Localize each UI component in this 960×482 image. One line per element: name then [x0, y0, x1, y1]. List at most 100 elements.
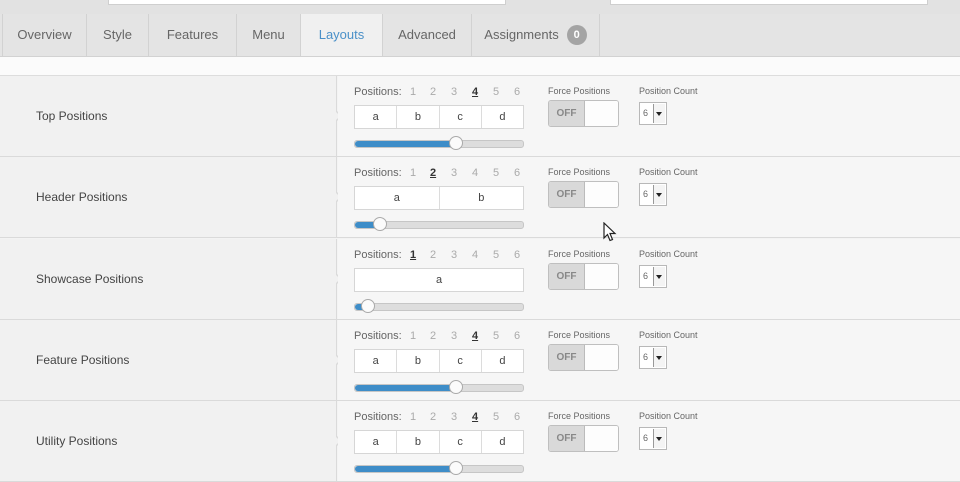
- toggle-thumb: [585, 426, 618, 451]
- position-box[interactable]: a: [355, 106, 398, 128]
- positions-label: Positions:: [354, 330, 402, 342]
- tab-menu[interactable]: Menu: [237, 14, 301, 56]
- positions-slider[interactable]: [354, 136, 524, 150]
- force-positions-toggle[interactable]: OFF: [548, 100, 619, 127]
- position-option-3[interactable]: 3: [451, 86, 457, 98]
- tab-features[interactable]: Features: [149, 14, 237, 56]
- force-positions-toggle[interactable]: OFF: [548, 344, 619, 371]
- position-count-select[interactable]: 6: [639, 427, 667, 450]
- position-box[interactable]: a: [355, 350, 398, 372]
- position-option-4[interactable]: 4: [472, 330, 478, 342]
- force-positions-label: Force Positions: [548, 167, 611, 177]
- positions-slider[interactable]: [354, 380, 524, 394]
- position-count-select[interactable]: 6: [639, 265, 667, 288]
- slider-fill: [355, 141, 456, 147]
- position-option-2[interactable]: 2: [430, 411, 436, 423]
- position-option-5[interactable]: 5: [493, 330, 499, 342]
- chevron-down-icon[interactable]: [653, 185, 665, 204]
- positions-slider[interactable]: [354, 217, 524, 231]
- tab-layouts[interactable]: Layouts: [301, 14, 383, 56]
- position-count-select[interactable]: 6: [639, 183, 667, 206]
- position-option-6[interactable]: 6: [514, 411, 520, 423]
- tab-advanced[interactable]: Advanced: [383, 14, 472, 56]
- position-option-4[interactable]: 4: [472, 86, 478, 98]
- position-box[interactable]: d: [482, 431, 523, 453]
- row-controls: Positions: 1 2 3 4 5 6 abcd Force Positions O…: [338, 401, 960, 481]
- position-option-3[interactable]: 3: [451, 411, 457, 423]
- positions-label: Positions:: [354, 411, 402, 423]
- position-option-4[interactable]: 4: [472, 411, 478, 423]
- position-box[interactable]: a: [355, 431, 398, 453]
- position-box[interactable]: a: [355, 187, 440, 209]
- position-count-select[interactable]: 6: [639, 102, 667, 125]
- position-option-1[interactable]: 1: [410, 167, 416, 179]
- position-box[interactable]: b: [397, 350, 440, 372]
- top-strip: [0, 0, 960, 14]
- row-label: Utility Positions: [36, 434, 118, 448]
- position-box[interactable]: b: [397, 106, 440, 128]
- position-option-6[interactable]: 6: [514, 167, 520, 179]
- assignments-count-badge: 0: [566, 24, 587, 45]
- position-option-5[interactable]: 5: [493, 86, 499, 98]
- positions-slider[interactable]: [354, 299, 524, 313]
- position-box[interactable]: b: [397, 431, 440, 453]
- position-option-5[interactable]: 5: [493, 411, 499, 423]
- position-option-6[interactable]: 6: [514, 249, 520, 261]
- position-option-3[interactable]: 3: [451, 249, 457, 261]
- tab-overview[interactable]: Overview: [2, 14, 87, 56]
- toggle-thumb: [585, 345, 618, 370]
- position-option-5[interactable]: 5: [493, 167, 499, 179]
- tab-style[interactable]: Style: [87, 14, 149, 56]
- position-count-label: Position Count: [639, 86, 698, 96]
- position-box[interactable]: d: [482, 106, 523, 128]
- position-option-6[interactable]: 6: [514, 330, 520, 342]
- top-input-field[interactable]: [108, 0, 506, 5]
- position-box[interactable]: d: [482, 350, 523, 372]
- force-positions-toggle[interactable]: OFF: [548, 425, 619, 452]
- top-input-field-right[interactable]: [610, 0, 928, 5]
- force-positions-label: Force Positions: [548, 249, 611, 259]
- position-box[interactable]: c: [440, 350, 482, 372]
- tab-content-spacer: [0, 57, 960, 76]
- position-option-1[interactable]: 1: [410, 249, 416, 261]
- position-option-2[interactable]: 2: [430, 330, 436, 342]
- position-option-3[interactable]: 3: [451, 330, 457, 342]
- slider-handle[interactable]: [448, 136, 463, 150]
- chevron-down-icon[interactable]: [653, 267, 665, 286]
- row-label: Top Positions: [36, 109, 108, 123]
- positions-slider[interactable]: [354, 461, 524, 475]
- position-box[interactable]: c: [440, 431, 482, 453]
- slider-fill: [355, 385, 456, 391]
- position-count-label: Position Count: [639, 330, 698, 340]
- position-option-1[interactable]: 1: [410, 86, 416, 98]
- slider-handle[interactable]: [448, 380, 463, 394]
- position-option-3[interactable]: 3: [451, 167, 457, 179]
- force-positions-label: Force Positions: [548, 411, 611, 421]
- force-positions-toggle[interactable]: OFF: [548, 181, 619, 208]
- chevron-down-icon[interactable]: [653, 104, 665, 123]
- position-option-5[interactable]: 5: [493, 249, 499, 261]
- force-positions-toggle[interactable]: OFF: [548, 263, 619, 290]
- position-option-2[interactable]: 2: [430, 249, 436, 261]
- position-option-1[interactable]: 1: [410, 411, 416, 423]
- position-option-4[interactable]: 4: [472, 249, 478, 261]
- position-count-value: 6: [643, 352, 649, 362]
- position-option-6[interactable]: 6: [514, 86, 520, 98]
- position-option-2[interactable]: 2: [430, 86, 436, 98]
- position-box[interactable]: c: [440, 106, 482, 128]
- tab-assignments[interactable]: Assignments 0: [472, 14, 600, 56]
- toggle-off-label: OFF: [549, 426, 585, 451]
- position-option-4[interactable]: 4: [472, 167, 478, 179]
- slider-handle[interactable]: [361, 299, 376, 313]
- chevron-down-icon[interactable]: [653, 429, 665, 448]
- slider-handle[interactable]: [448, 461, 463, 475]
- position-box[interactable]: b: [440, 187, 524, 209]
- position-box[interactable]: a: [355, 269, 523, 291]
- position-count-select[interactable]: 6: [639, 346, 667, 369]
- position-option-1[interactable]: 1: [410, 330, 416, 342]
- chevron-down-icon[interactable]: [653, 348, 665, 367]
- slider-handle[interactable]: [373, 217, 388, 231]
- position-option-2[interactable]: 2: [430, 167, 436, 179]
- row-label-cell: Header Positions: [0, 157, 337, 237]
- position-boxes: ab: [354, 186, 524, 210]
